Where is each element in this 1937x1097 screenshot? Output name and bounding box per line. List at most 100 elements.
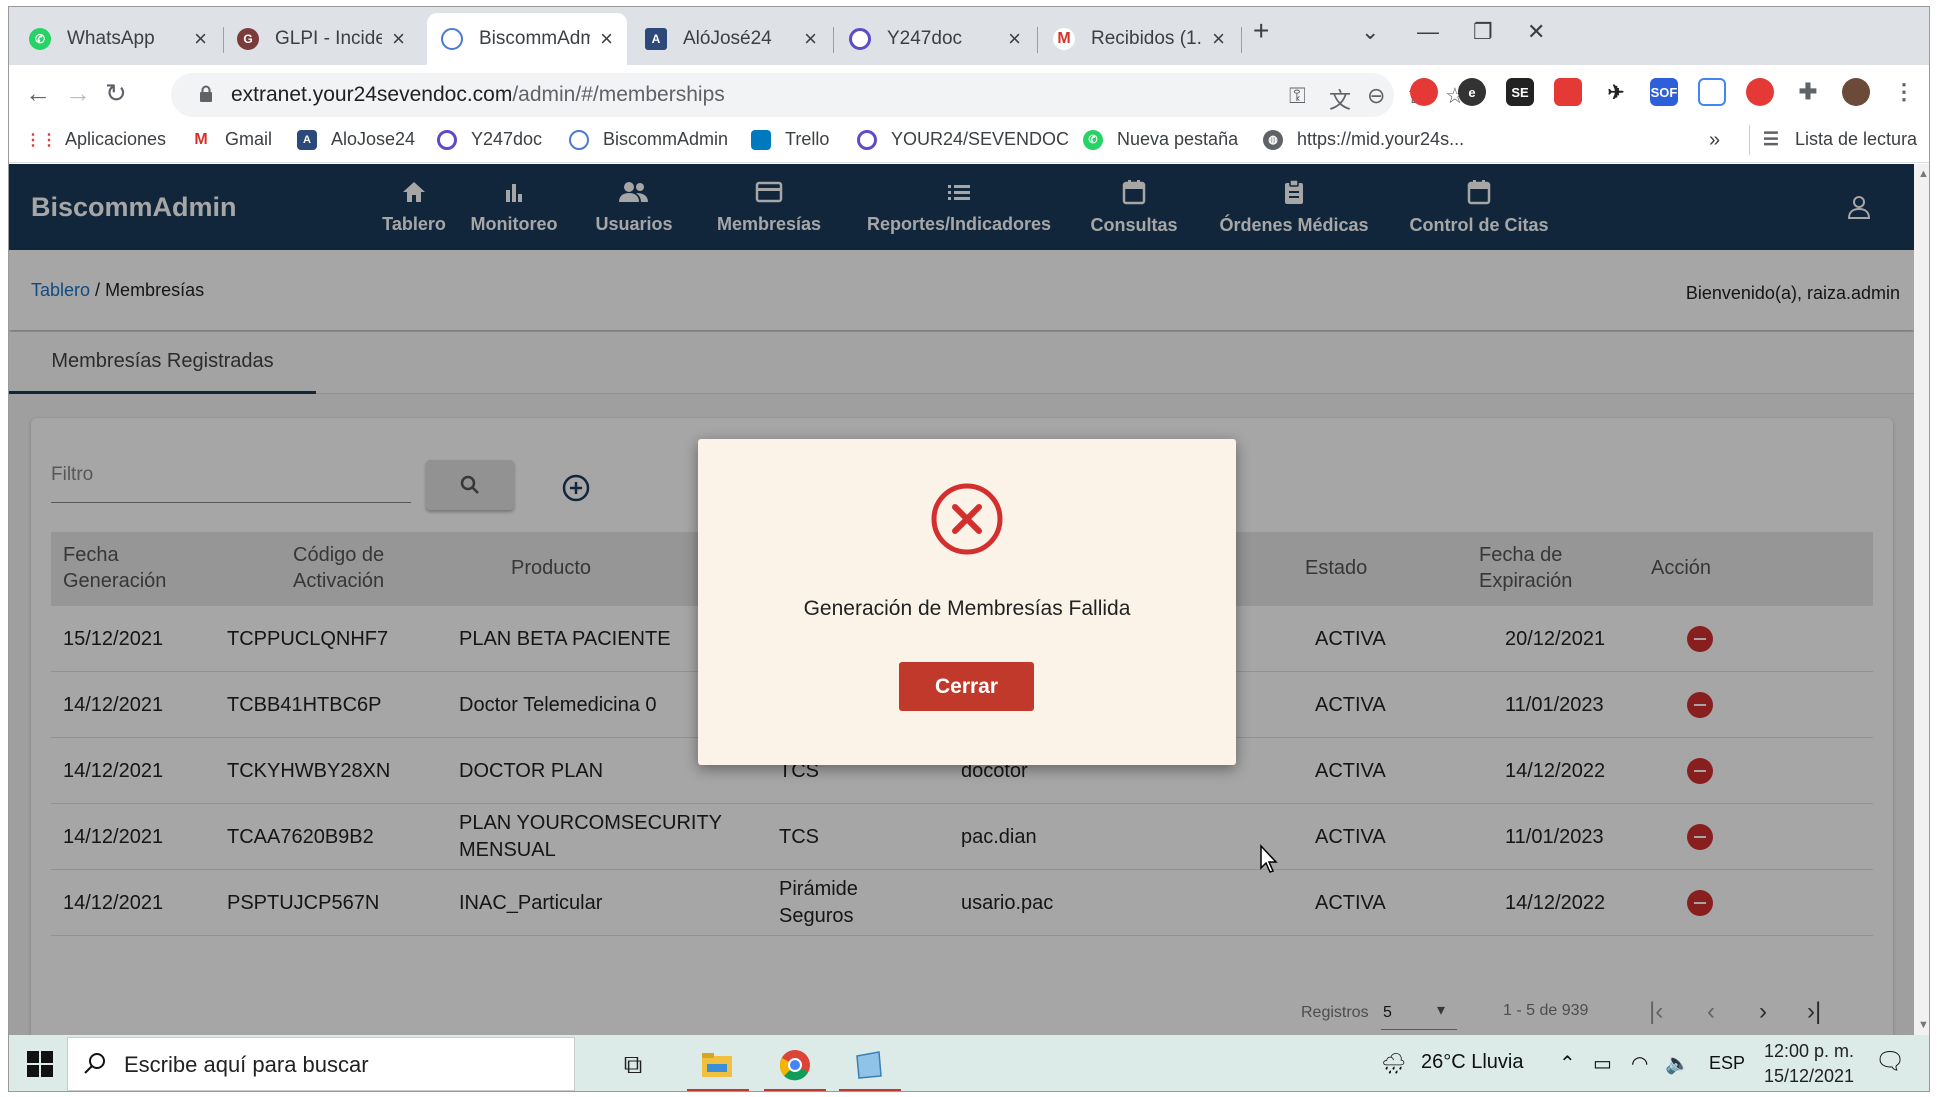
y247doc-icon [849,28,871,50]
new-tab-icon[interactable]: + [1253,15,1269,47]
bookmark-gmail[interactable]: M Gmail [191,129,272,150]
key-icon[interactable]: ⚿ [1289,83,1306,109]
chrome-icon[interactable] [771,1041,819,1089]
biscomm-icon [569,129,589,150]
weather-text[interactable]: 26°C Lluvia [1421,1051,1524,1074]
web-page: BiscommAdmin Tablero Monitoreo Usuarios … [9,164,1914,1035]
profile-avatar[interactable] [1842,78,1870,106]
extension-icon[interactable] [1698,78,1726,106]
bookmark-alojose[interactable]: A AloJose24 [297,129,415,150]
menu-kebab-icon[interactable]: ⋮ [1890,78,1918,106]
bookmark-y247doc[interactable]: Y247doc [437,129,542,150]
address-bar[interactable]: extranet.your24sevendoc.com/admin/#/memb… [171,73,1465,117]
bookmark-biscommadmin[interactable]: BiscommAdmin [569,129,728,150]
bookmark-your24sevendoc[interactable]: YOUR24/SEVENDOC [857,129,1069,150]
scroll-down-icon[interactable]: ▼ [1918,1019,1929,1031]
page-scrollbar[interactable]: ▲ ▼ [1914,164,1929,1035]
volume-icon[interactable]: 🔈 [1665,1051,1690,1076]
error-dialog: Generación de Membresías Fallida Cerrar [698,439,1236,765]
reading-list[interactable]: ☰ Lista de lectura [1761,129,1917,150]
biscomm-icon [441,28,463,50]
app-icon[interactable] [845,1041,893,1089]
wifi-icon[interactable]: ◠ [1631,1051,1648,1076]
notifications-icon[interactable]: 🗨 [1875,1047,1905,1076]
close-window-icon[interactable]: ✕ [1527,19,1545,45]
tab-search-icon[interactable]: ⌄ [1361,19,1379,45]
browser-toolbar: ← → ↻ extranet.your24sevendoc.com/admin/… [9,65,1929,123]
browser-window: ✆ WhatsApp × G GLPI - Incidentes - × Bis… [8,6,1930,1092]
extension-sof-icon[interactable]: SOF [1650,78,1678,106]
url-text: extranet.your24sevendoc.com/admin/#/memb… [231,83,725,106]
scroll-up-icon[interactable]: ▲ [1918,168,1929,180]
extension-se-icon[interactable]: SE [1506,78,1534,106]
tab-biscommadmin[interactable]: BiscommAdmin × [427,13,627,65]
reload-icon[interactable]: ↻ [105,77,127,109]
globe-icon: ◍ [1263,129,1283,150]
y247doc-icon [437,129,457,150]
search-icon [84,1053,105,1074]
more-bookmarks-icon[interactable]: » [1709,129,1720,152]
trello-icon [751,129,771,150]
windows-start-icon[interactable] [27,1051,53,1077]
error-circle-icon [931,483,1003,555]
apps-grid-icon: ⋮⋮ [25,129,57,150]
task-view-icon[interactable]: ⧉ [609,1041,657,1089]
tab-title: BiscommAdmin [479,28,590,49]
bookmark-mid[interactable]: ◍ https://mid.your24s... [1263,129,1464,150]
bookmark-apps[interactable]: ⋮⋮ Aplicaciones [25,129,166,150]
dialog-message: Generación de Membresías Fallida [803,597,1131,620]
minimize-icon[interactable]: — [1417,19,1439,45]
mouse-cursor-icon [1260,844,1278,873]
taskbar-search-input[interactable]: Escribe aquí para buscar [67,1037,575,1091]
bookmark-nueva-pestana[interactable]: ✆ Nueva pestaña [1083,129,1238,150]
extension-icon[interactable] [1746,78,1774,106]
tab-alojose[interactable]: A AlóJosé24 × [631,13,831,65]
extension-icon[interactable]: ✈ [1602,78,1630,106]
input-language[interactable]: ESP [1709,1053,1745,1074]
battery-icon[interactable]: ▭ [1593,1051,1612,1076]
extension-icon[interactable] [1554,78,1582,106]
bookmarks-bar: ⋮⋮ Aplicaciones M Gmail A AloJose24 Y247doc… [9,123,1929,163]
tab-whatsapp[interactable]: ✆ WhatsApp × [15,13,221,65]
close-tab-icon[interactable]: × [194,28,207,50]
tab-title: AlóJosé24 [683,28,772,49]
tab-title: WhatsApp [67,28,155,49]
gmail-icon: M [191,129,211,150]
reading-list-icon: ☰ [1761,129,1781,150]
restore-icon[interactable]: ❐ [1473,19,1493,45]
close-dialog-button[interactable]: Cerrar [899,662,1034,711]
tab-title: Y247doc [887,28,963,49]
back-icon[interactable]: ← [25,77,51,109]
close-tab-icon[interactable]: × [804,28,817,50]
tab-gmail[interactable]: M Recibidos (1.166) - × [1039,13,1239,65]
glpi-icon: G [237,28,259,50]
forward-icon[interactable]: → [65,77,91,109]
extension-icon[interactable]: e [1458,78,1486,106]
bookmark-trello[interactable]: Trello [751,129,829,150]
whatsapp-icon: ✆ [29,28,51,50]
extension-icon[interactable] [1410,78,1438,106]
close-tab-icon[interactable]: × [1212,28,1225,50]
file-explorer-icon[interactable] [693,1041,741,1089]
alojose-icon: A [297,129,317,150]
windows-taskbar: Escribe aquí para buscar ⧉ 🌧 26°C Lluvia… [9,1035,1929,1091]
tab-title: GLPI - Incidentes - [275,28,382,49]
whatsapp-icon: ✆ [1083,129,1103,150]
clock[interactable]: 12:00 p. m. 15/12/2021 [1759,1039,1859,1089]
alojose-icon: A [645,28,667,50]
close-tab-icon[interactable]: × [600,28,613,50]
tab-title: Recibidos (1.166) - [1091,28,1202,49]
translate-icon[interactable]: 文 [1329,83,1351,115]
tab-y247doc[interactable]: Y247doc × [835,13,1035,65]
extensions-puzzle-icon[interactable]: ✚ [1794,78,1822,106]
gmail-icon: M [1053,28,1075,50]
zoom-icon[interactable]: ⊖ [1367,83,1385,109]
tab-strip: ✆ WhatsApp × G GLPI - Incidentes - × Bis… [9,7,1929,65]
tab-glpi[interactable]: G GLPI - Incidentes - × [223,13,419,65]
weather-icon[interactable]: 🌧 [1381,1051,1406,1076]
y247doc-icon [857,129,877,150]
close-tab-icon[interactable]: × [1008,28,1021,50]
lock-icon [200,85,212,102]
tray-expand-icon[interactable]: ⌃ [1559,1051,1576,1076]
close-tab-icon[interactable]: × [392,28,405,50]
